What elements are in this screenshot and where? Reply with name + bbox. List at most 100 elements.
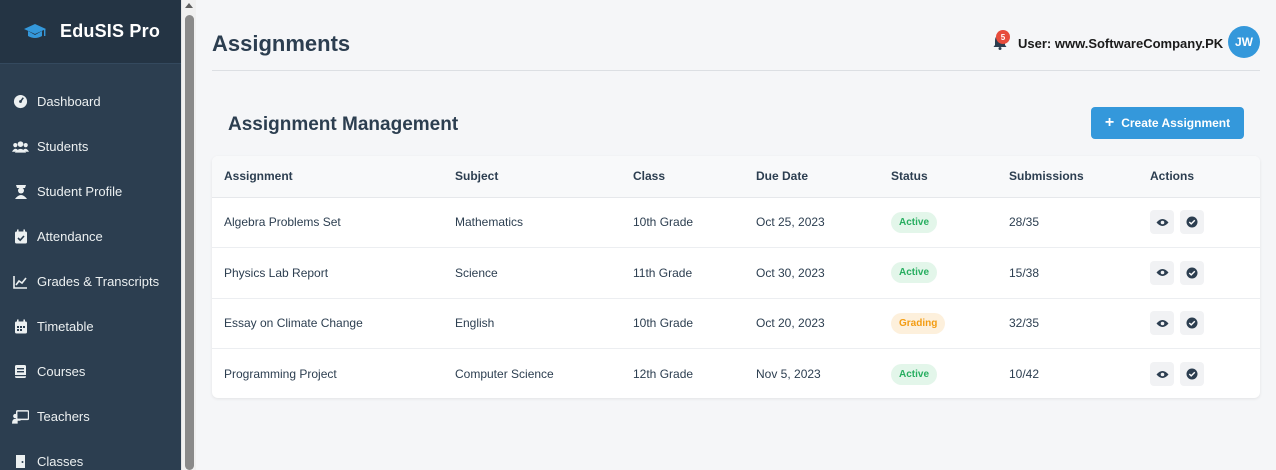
- sidebar-item-attendance[interactable]: Attendance: [0, 214, 181, 259]
- top-bar: Assignments 5 User: www.SoftwareCompany.…: [212, 0, 1260, 71]
- column-header-subject: Subject: [443, 156, 621, 198]
- user-label: User: www.SoftwareCompany.PK: [1018, 36, 1224, 51]
- class-cell: 12th Grade: [633, 367, 694, 381]
- view-button[interactable]: [1150, 260, 1174, 285]
- column-header-assignment: Assignment: [212, 156, 443, 198]
- submissions-cell: 10/42: [1009, 367, 1040, 381]
- create-assignment-label: Create Assignment: [1121, 116, 1231, 130]
- table-row: Essay on Climate Change English 10th Gra…: [212, 298, 1260, 349]
- assignment-cell: Physics Lab Report: [224, 265, 329, 280]
- section-title: Assignment Management: [228, 114, 459, 135]
- sidebar-item-label: Students: [37, 139, 89, 154]
- status-badge: Active: [891, 211, 938, 233]
- submissions-cell: 15/38: [1009, 265, 1040, 280]
- class-cell: 10th Grade: [633, 215, 694, 230]
- actions-cell: [1138, 248, 1260, 299]
- status-cell: Grading: [879, 298, 997, 349]
- scroll-up-arrow-icon[interactable]: [185, 3, 193, 8]
- sidebar-item-label: Teachers: [37, 409, 90, 424]
- column-header-due-date: Due Date: [744, 156, 879, 198]
- class-cell: 11th Grade: [633, 265, 693, 280]
- status-cell: Active: [879, 248, 997, 299]
- users-icon: [12, 138, 29, 155]
- brand[interactable]: EduSIS Pro: [0, 0, 181, 64]
- subject-cell: Mathematics: [455, 215, 524, 230]
- actions-cell: [1138, 197, 1260, 248]
- door-icon: [12, 453, 29, 470]
- sidebar-item-students[interactable]: Students: [0, 124, 181, 169]
- avatar[interactable]: JW: [1228, 26, 1260, 58]
- column-header-submissions: Submissions: [997, 156, 1138, 198]
- table-header-row: Assignment Subject Class Due Date Status…: [212, 156, 1260, 198]
- sidebar: EduSIS Pro Dashboard Students Student Pr…: [0, 0, 181, 470]
- subject-cell: Science: [455, 265, 498, 280]
- grade-button[interactable]: [1180, 260, 1205, 285]
- assignments-table-card: Assignment Subject Class Due Date Status…: [212, 156, 1260, 398]
- class-cell: 10th Grade: [633, 316, 694, 331]
- sidebar-item-label: Classes: [37, 454, 84, 469]
- check-circle-icon: [1186, 317, 1198, 329]
- grade-button[interactable]: [1180, 311, 1205, 336]
- sidebar-item-classes[interactable]: Classes: [0, 439, 181, 470]
- view-button[interactable]: [1150, 210, 1174, 235]
- sidebar-nav: Dashboard Students Student Profile Atten…: [0, 64, 181, 470]
- scrollbar-thumb[interactable]: [185, 15, 194, 470]
- subject-cell: Computer Science: [455, 367, 554, 381]
- dashboard-icon: [12, 93, 29, 110]
- subject-cell: English: [455, 316, 495, 331]
- eye-icon: [1156, 218, 1168, 226]
- actions-cell: [1138, 349, 1260, 399]
- status-badge: Active: [891, 363, 938, 385]
- view-button[interactable]: [1150, 311, 1174, 336]
- user-graduate-icon: [12, 183, 29, 200]
- assignments-table: Assignment Subject Class Due Date Status…: [212, 156, 1260, 398]
- status-badge: Active: [891, 262, 938, 284]
- table-row: Physics Lab Report Science 11th Grade Oc…: [212, 248, 1260, 299]
- due-date-cell: Oct 25, 2023: [756, 215, 825, 230]
- brand-name: EduSIS Pro: [60, 21, 161, 41]
- grade-button[interactable]: [1180, 210, 1205, 235]
- assignment-cell: Programming Project: [224, 367, 337, 381]
- status-cell: Active: [879, 197, 997, 248]
- sidebar-item-label: Student Profile: [37, 184, 123, 199]
- grade-button[interactable]: [1180, 362, 1205, 386]
- due-date-cell: Nov 5, 2023: [756, 367, 821, 381]
- create-assignment-button[interactable]: + Create Assignment: [1091, 107, 1244, 139]
- column-header-class: Class: [621, 156, 744, 198]
- chart-line-icon: [12, 273, 29, 290]
- sidebar-item-label: Timetable: [37, 319, 94, 334]
- view-button[interactable]: [1150, 362, 1174, 386]
- sidebar-item-label: Attendance: [37, 229, 103, 244]
- eye-icon: [1156, 269, 1168, 277]
- sidebar-item-teachers[interactable]: Teachers: [0, 394, 181, 439]
- eye-icon: [1156, 370, 1168, 378]
- due-date-cell: Oct 30, 2023: [756, 265, 825, 280]
- graduation-cap-icon: [22, 22, 48, 42]
- calendar-check-icon: [12, 228, 29, 245]
- due-date-cell: Oct 20, 2023: [756, 316, 825, 331]
- table-row: Programming Project Computer Science 12t…: [212, 349, 1260, 399]
- chalkboard-teacher-icon: [12, 408, 29, 425]
- actions-cell: [1138, 298, 1260, 349]
- sidebar-item-courses[interactable]: Courses: [0, 349, 181, 394]
- plus-icon: +: [1104, 114, 1115, 131]
- column-header-actions: Actions: [1138, 156, 1260, 198]
- check-circle-icon: [1186, 267, 1198, 279]
- table-row: Algebra Problems Set Mathematics 10th Gr…: [212, 197, 1260, 248]
- sidebar-item-label: Dashboard: [37, 94, 101, 109]
- book-icon: [12, 363, 29, 380]
- submissions-cell: 32/35: [1009, 316, 1040, 331]
- sidebar-item-student-profile[interactable]: Student Profile: [0, 169, 181, 214]
- sidebar-item-timetable[interactable]: Timetable: [0, 304, 181, 349]
- sidebar-item-grades[interactable]: Grades & Transcripts: [0, 259, 181, 304]
- assignment-cell: Essay on Climate Change: [224, 316, 363, 331]
- check-circle-icon: [1186, 368, 1198, 380]
- sidebar-item-label: Courses: [37, 364, 86, 379]
- sidebar-item-dashboard[interactable]: Dashboard: [0, 79, 181, 124]
- check-circle-icon: [1186, 216, 1198, 228]
- sidebar-scrollbar[interactable]: [181, 0, 196, 470]
- status-badge: Grading: [891, 312, 946, 334]
- status-cell: Active: [879, 349, 997, 399]
- main-content: Assignments 5 User: www.SoftwareCompany.…: [196, 0, 1276, 470]
- assignment-cell: Algebra Problems Set: [224, 215, 341, 230]
